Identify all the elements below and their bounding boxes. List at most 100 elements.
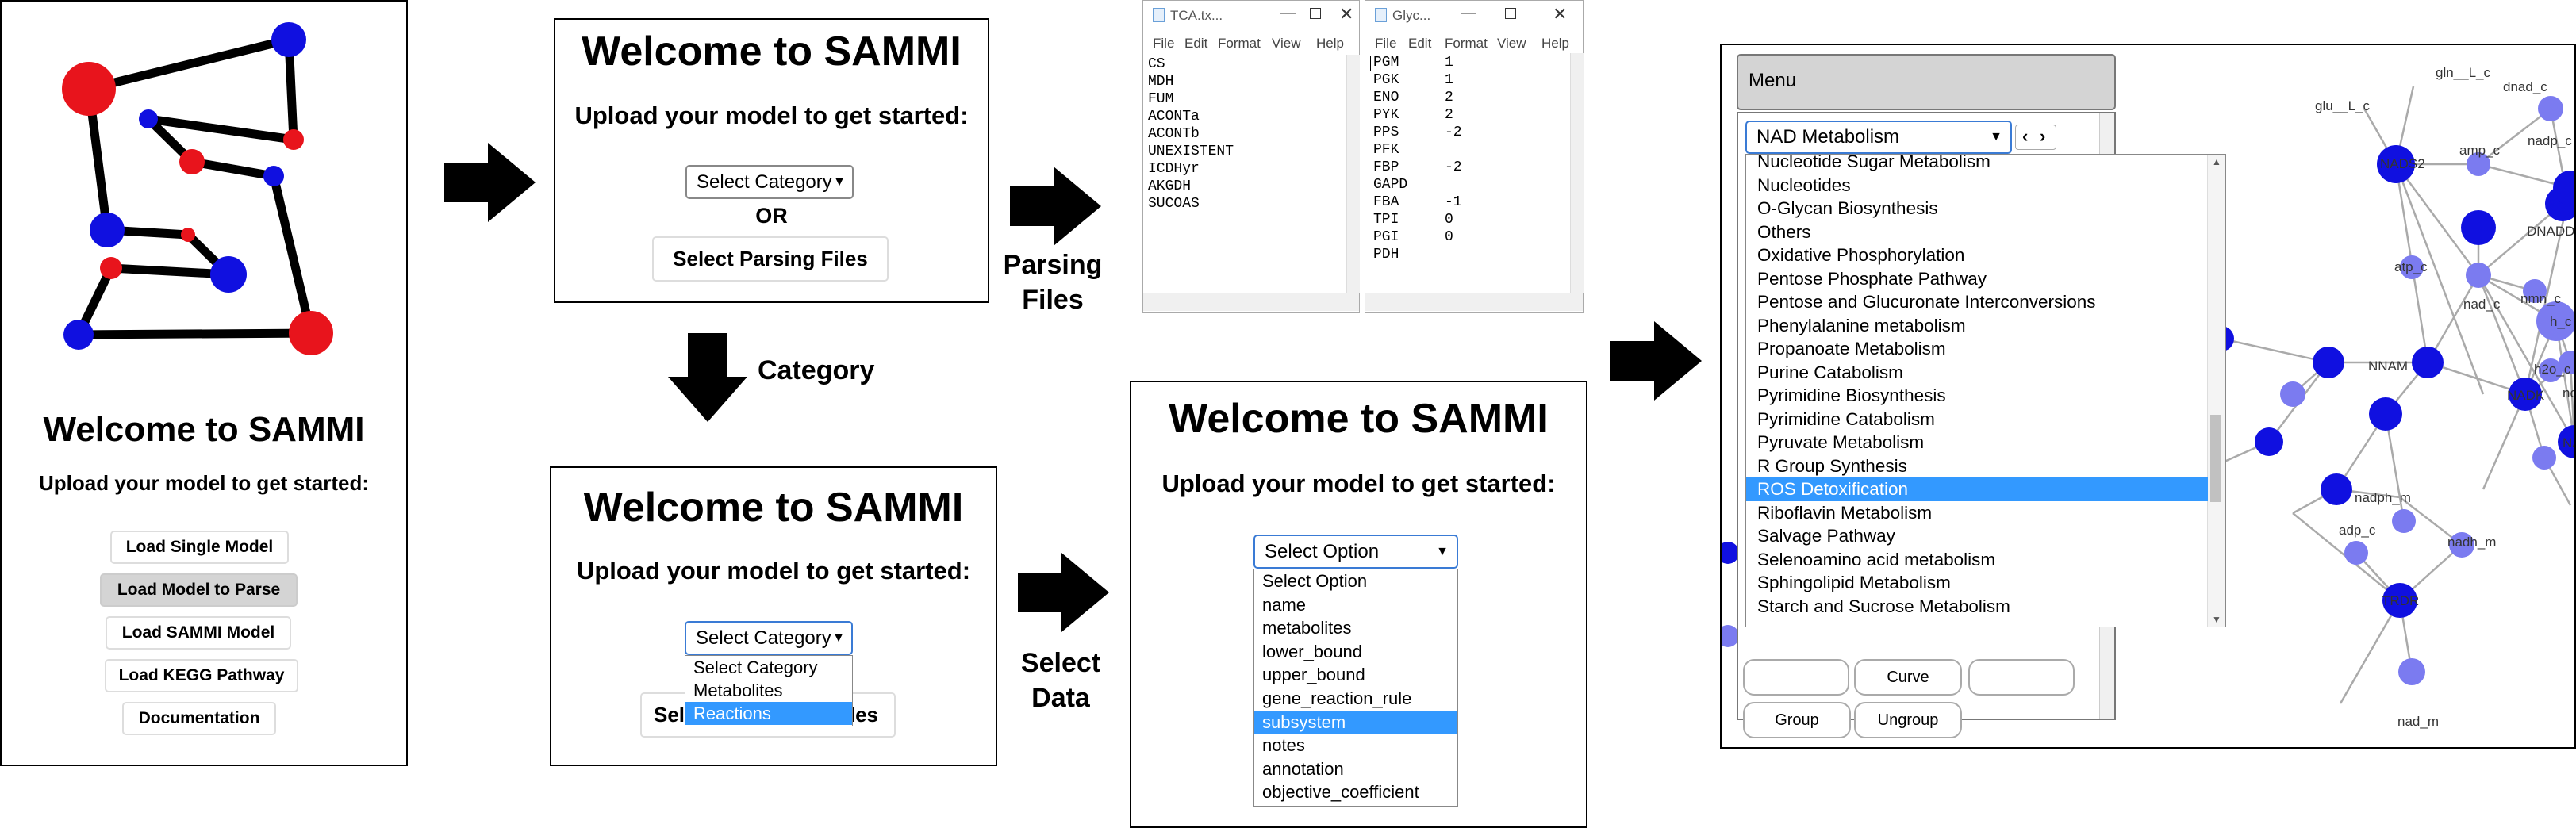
text-line: ENO 2 <box>1373 90 1453 105</box>
subsystem-option[interactable]: Salvage Pathway <box>1746 524 2208 548</box>
menu-edit[interactable]: Edit <box>1408 36 1431 52</box>
menu-view[interactable]: View <box>1272 36 1301 52</box>
subsystem-option[interactable]: Sphingolipid Metabolism <box>1746 571 2208 595</box>
subsystem-option[interactable]: R Group Synthesis <box>1746 454 2208 478</box>
category-select-value: Select Category <box>697 171 832 193</box>
minimize-icon[interactable]: — <box>1280 4 1296 22</box>
notepad-text-area[interactable]: CS MDH FUM ACONTa ACONTb UNEXISTENT ICDH… <box>1143 55 1346 293</box>
load-single-model-button[interactable]: Load Single Model <box>110 531 289 564</box>
load-sammi-model-button[interactable]: Load SAMMI Model <box>106 616 291 650</box>
graph-node <box>263 166 284 186</box>
menu-file[interactable]: File <box>1375 36 1396 52</box>
right-arrow-icon <box>1018 553 1109 632</box>
ungroup-button[interactable]: Ungroup <box>1854 702 1962 738</box>
subsystem-option-highlighted[interactable]: ROS Detoxification <box>1746 477 2208 501</box>
category-select[interactable]: Select Category ▼ <box>685 621 853 655</box>
graph-node <box>289 311 333 355</box>
subsystem-option[interactable]: Riboflavin Metabolism <box>1746 501 2208 525</box>
scroll-down-icon[interactable]: ▼ <box>2212 614 2221 625</box>
left-edge-button[interactable] <box>1743 659 1849 696</box>
notepad-title: TCA.tx... <box>1170 8 1223 23</box>
maximize-icon[interactable] <box>1505 8 1516 19</box>
dropdown-option[interactable]: name <box>1254 593 1457 617</box>
close-icon[interactable]: ✕ <box>1553 4 1567 25</box>
dropdown-option[interactable]: Select Option <box>1254 569 1457 593</box>
subsystem-option[interactable]: Selenoamino acid metabolism <box>1746 548 2208 572</box>
text-line: FBP -2 <box>1373 159 1462 175</box>
subsystem-option[interactable]: Pentose Phosphate Pathway <box>1746 267 2208 291</box>
dropdown-option[interactable]: Metabolites <box>685 679 852 702</box>
maximize-icon[interactable] <box>1310 8 1321 19</box>
dropdown-option[interactable]: gene_reaction_rule <box>1254 687 1457 711</box>
menu-help[interactable]: Help <box>1316 36 1344 52</box>
curve-button[interactable]: Curve <box>1854 659 1962 696</box>
notepad-text-area[interactable]: PGM 1 PGK 1 ENO 2 PYK 2 PPS -2 PFK FBP -2 GAPD… <box>1365 53 1570 293</box>
scroll-up-icon[interactable]: ▲ <box>2212 156 2221 167</box>
text-line: ACONTa <box>1148 109 1200 125</box>
subsystem-option[interactable]: Pentose and Glucuronate Interconversions <box>1746 290 2208 314</box>
subsystem-option[interactable]: Oxidative Phosphorylation <box>1746 243 2208 267</box>
text-line: GAPD <box>1373 177 1408 193</box>
scrollbar-thumb[interactable] <box>2210 415 2221 502</box>
graph-label: nmn_c <box>2520 291 2562 306</box>
dropdown-option[interactable]: annotation <box>1254 757 1457 781</box>
subsystem-option[interactable]: Propanoate Metabolism <box>1746 337 2208 361</box>
subsystem-option[interactable]: Starch and Sucrose Metabolism <box>1746 595 2208 619</box>
subsystem-option[interactable]: Nucleotide Sugar Metabolism <box>1746 150 2208 174</box>
load-kegg-pathway-button[interactable]: Load KEGG Pathway <box>105 659 298 692</box>
graph-label: nad_c <box>2463 297 2501 312</box>
menu-format[interactable]: Format <box>1218 36 1261 52</box>
text-line: TPI 0 <box>1373 212 1453 228</box>
subsystem-option[interactable]: O-Glycan Biosynthesis <box>1746 197 2208 220</box>
dropdown-option[interactable]: upper_bound <box>1254 663 1457 687</box>
dropdown-option[interactable]: subsystem <box>1254 710 1457 734</box>
button-label-left: Sel <box>654 703 685 726</box>
category-dropdown-panel: Welcome to SAMMI Upload your model to ge… <box>550 466 997 766</box>
prev-subsystem-button[interactable]: ‹ › <box>2015 125 2056 150</box>
dropdown-scrollbar[interactable]: ▲ ▼ <box>2207 155 2225 627</box>
dropdown-option[interactable]: objective_coefficient <box>1254 780 1457 804</box>
documentation-button[interactable]: Documentation <box>122 702 276 735</box>
text-line: ICDHyr <box>1148 161 1200 177</box>
menu-file[interactable]: File <box>1153 36 1174 52</box>
chevron-down-icon: ▼ <box>833 175 846 189</box>
subsystem-option[interactable]: Pyruvate Metabolism <box>1746 431 2208 454</box>
vertical-scrollbar[interactable] <box>1346 55 1360 293</box>
horizontal-scrollbar[interactable] <box>1365 293 1583 311</box>
dropdown-option[interactable]: metabolites <box>1254 616 1457 640</box>
graph-label: nad_m <box>2397 714 2439 729</box>
menu-edit[interactable]: Edit <box>1184 36 1207 52</box>
subsystem-select[interactable]: NAD Metabolism ▼ <box>1745 121 2012 154</box>
option-select[interactable]: Select Option ▼ <box>1253 535 1458 569</box>
category-dropdown-list: Select Category Metabolites Reactions <box>685 655 853 726</box>
menu-button[interactable]: Menu <box>1737 54 2116 110</box>
select-parsing-files-button[interactable]: Select Parsing Files <box>652 236 889 282</box>
subsystem-option[interactable]: Nucleotides <box>1746 174 2208 197</box>
parsing-caption-line2: Files <box>1022 285 1084 315</box>
subsystem-option[interactable]: Pyrimidine Catabolism <box>1746 408 2208 431</box>
subsystem-option[interactable]: Purine Catabolism <box>1746 361 2208 385</box>
menu-help[interactable]: Help <box>1541 36 1569 52</box>
subsystem-option[interactable]: Phenylalanine metabolism <box>1746 314 2208 338</box>
minimize-icon[interactable]: — <box>1461 4 1476 22</box>
right-arrow-icon <box>444 143 536 222</box>
text-cursor <box>1370 56 1371 71</box>
subsystem-option[interactable]: Pyrimidine Biosynthesis <box>1746 384 2208 408</box>
menu-view[interactable]: View <box>1497 36 1526 52</box>
vertical-scrollbar[interactable] <box>1570 53 1584 293</box>
select-caption-line2: Data <box>1031 683 1090 713</box>
menu-format[interactable]: Format <box>1445 36 1488 52</box>
close-icon[interactable]: ✕ <box>1339 4 1353 25</box>
dropdown-option[interactable]: Select Category <box>685 656 852 679</box>
dropdown-option[interactable]: Reactions <box>685 702 852 725</box>
group-button[interactable]: Group <box>1743 702 1851 738</box>
graph-node <box>271 22 306 57</box>
down-arrow-icon <box>668 333 747 422</box>
category-select[interactable]: Select Category ▼ <box>685 165 854 199</box>
dropdown-option[interactable]: notes <box>1254 734 1457 757</box>
dropdown-option[interactable]: lower_bound <box>1254 640 1457 664</box>
load-model-to-parse-button[interactable]: Load Model to Parse <box>100 573 298 607</box>
right-edge-button[interactable] <box>1968 659 2075 696</box>
subsystem-option[interactable]: Others <box>1746 220 2208 244</box>
horizontal-scrollbar[interactable] <box>1143 293 1359 311</box>
